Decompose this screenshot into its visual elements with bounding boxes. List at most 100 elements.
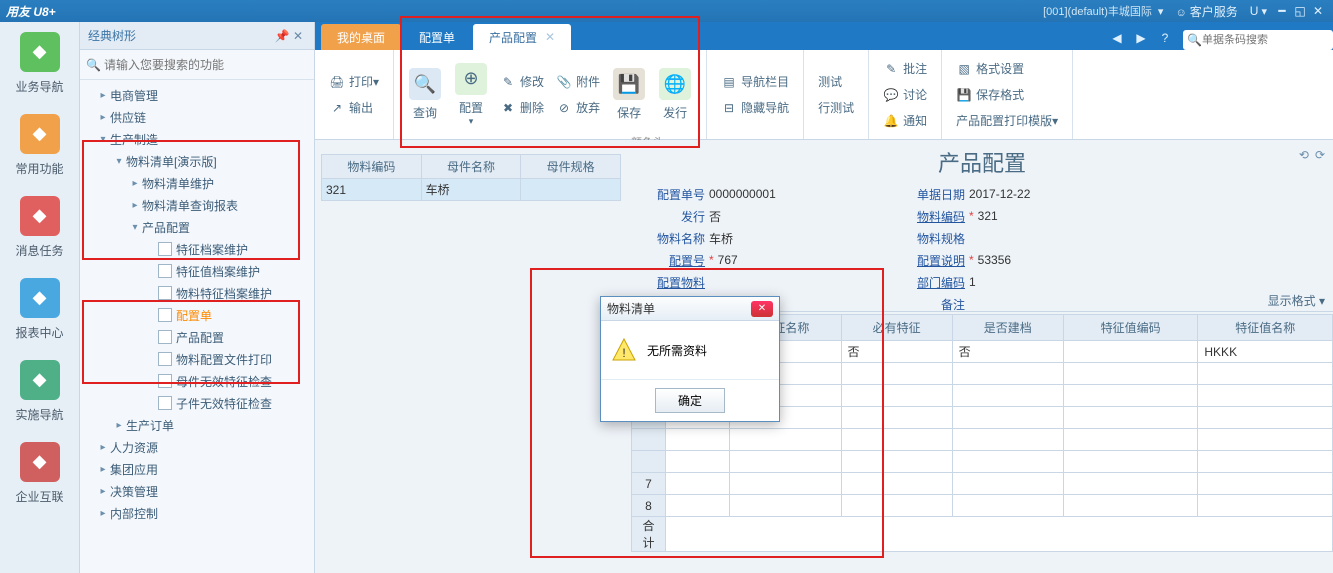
tree-node[interactable]: ▸生产订单 xyxy=(80,414,314,436)
col-matcode[interactable]: 物料编码 xyxy=(322,155,422,179)
detail-col[interactable]: 特征值编码 xyxy=(1063,315,1198,341)
detail-row[interactable]: 7 xyxy=(632,473,1333,495)
tree-node-label: 母件无效特征检查 xyxy=(176,373,272,390)
field-value[interactable]: 车桥 xyxy=(709,230,899,247)
barcode-search-input[interactable] xyxy=(1202,34,1333,46)
field-value[interactable]: 767 xyxy=(718,253,899,267)
tab[interactable]: 产品配置✕ xyxy=(473,24,571,50)
field-label[interactable]: 配置号 xyxy=(639,252,709,269)
test-button[interactable]: 测试 xyxy=(812,69,860,95)
field-value[interactable]: 0000000001 xyxy=(709,187,899,201)
field-label[interactable]: 配置物料 xyxy=(639,274,709,291)
doc-prev-icon[interactable]: ⟲ xyxy=(1299,148,1309,162)
display-format-button[interactable]: 显示格式 ▾ xyxy=(1268,292,1325,309)
saveformat-button[interactable]: 💾保存格式 xyxy=(950,82,1064,108)
rail-item[interactable]: ◆实施导航 xyxy=(0,350,79,432)
tree-node[interactable]: 特征档案维护 xyxy=(80,238,314,260)
format-button[interactable]: ▧格式设置 xyxy=(950,56,1064,82)
tree-search[interactable]: 🔍 xyxy=(80,50,314,80)
modify-button[interactable]: ✎修改 xyxy=(494,69,550,95)
tree-node[interactable]: 产品配置 xyxy=(80,326,314,348)
twisty-icon: ▸ xyxy=(96,112,110,123)
rail-item[interactable]: ◆业务导航 xyxy=(0,22,79,104)
tree-node[interactable]: ▾产品配置 xyxy=(80,216,314,238)
dialog-ok-button[interactable]: 确定 xyxy=(655,388,725,413)
issue-button[interactable]: 🌐发行 xyxy=(652,54,698,135)
discuss-button[interactable]: 💬讨论 xyxy=(877,82,933,108)
field-value[interactable]: 1 xyxy=(969,275,1159,289)
tree-node[interactable]: ▾物料清单[演示版] xyxy=(80,150,314,172)
detail-row[interactable] xyxy=(632,429,1333,451)
notify-button[interactable]: 🔔通知 xyxy=(877,108,933,134)
restore-button[interactable]: ◱ xyxy=(1291,4,1309,18)
output-button[interactable]: ↗输出 xyxy=(323,95,385,121)
field-value[interactable]: 321 xyxy=(978,209,1159,223)
field-value[interactable]: 53356 xyxy=(978,253,1159,267)
table-row[interactable]: 321 车桥 xyxy=(322,179,621,201)
rail-item[interactable]: ◆常用功能 xyxy=(0,104,79,186)
tab[interactable]: 我的桌面 xyxy=(321,24,401,50)
dropdown-icon[interactable]: ▾ xyxy=(1158,5,1164,18)
abandon-button[interactable]: ⊘放弃 xyxy=(550,95,606,121)
col-parentspec[interactable]: 母件规格 xyxy=(521,155,621,179)
rail-item[interactable]: ◆企业互联 xyxy=(0,432,79,514)
save-button[interactable]: 💾保存 xyxy=(606,54,652,135)
detail-col[interactable]: 必有特征 xyxy=(841,315,952,341)
delete-button[interactable]: ✖删除 xyxy=(494,95,550,121)
detail-row[interactable] xyxy=(632,451,1333,473)
col-parentname[interactable]: 母件名称 xyxy=(421,155,521,179)
tab[interactable]: 配置单 xyxy=(403,24,471,50)
tree-node[interactable]: ▸物料清单查询报表 xyxy=(80,194,314,216)
tree-node[interactable]: ▸集团应用 xyxy=(80,458,314,480)
customer-service-link[interactable]: ☺ 客户服务 xyxy=(1175,3,1237,20)
dialog-close-button[interactable]: ✕ xyxy=(751,301,773,317)
field-label[interactable]: 配置说明 xyxy=(899,252,969,269)
detail-row[interactable]: 8 xyxy=(632,495,1333,517)
printtpl-button[interactable]: 产品配置打印模版 ▾ xyxy=(950,108,1064,134)
rail-item[interactable]: ◆报表中心 xyxy=(0,268,79,350)
field-value[interactable]: 2017-12-22 xyxy=(969,187,1159,201)
tree-node[interactable]: 特征值档案维护 xyxy=(80,260,314,282)
attach-button[interactable]: 📎附件 xyxy=(550,69,606,95)
field-label[interactable]: 物料编码 xyxy=(899,208,969,225)
query-button[interactable]: 🔍查询 xyxy=(402,54,448,135)
detail-col[interactable]: 特征值名称 xyxy=(1198,315,1333,341)
rowtest-button[interactable]: 行测试 xyxy=(812,95,860,121)
nav-right-icon[interactable]: ▶ xyxy=(1129,26,1153,50)
tree-node[interactable]: 母件无效特征检查 xyxy=(80,370,314,392)
detail-col[interactable]: 是否建档 xyxy=(952,315,1063,341)
tree-node[interactable]: ▸内部控制 xyxy=(80,502,314,524)
tree-node[interactable]: ▾生产制造 xyxy=(80,128,314,150)
doc-next-icon[interactable]: ⟳ xyxy=(1315,148,1325,162)
tree-node[interactable]: ▸电商管理 xyxy=(80,84,314,106)
field-value[interactable]: 否 xyxy=(709,208,899,225)
tree-node[interactable]: ▸物料清单维护 xyxy=(80,172,314,194)
document-icon xyxy=(158,286,172,300)
tree-node[interactable]: ▸人力资源 xyxy=(80,436,314,458)
tree-node-label: 物料特征档案维护 xyxy=(176,285,272,302)
tree-node[interactable]: ▸供应链 xyxy=(80,106,314,128)
approve-button[interactable]: ✎批注 xyxy=(877,56,933,82)
barcode-search[interactable]: 🔍 xyxy=(1183,30,1333,50)
nav-left-icon[interactable]: ◀ xyxy=(1105,26,1129,50)
tree-node[interactable]: 配置单 xyxy=(80,304,314,326)
tree-node[interactable]: ▸决策管理 xyxy=(80,480,314,502)
tree-close-icon[interactable]: ✕ xyxy=(290,29,306,43)
tree-node[interactable]: 物料配置文件打印 xyxy=(80,348,314,370)
tab-close-icon[interactable]: ✕ xyxy=(545,30,555,44)
tree-node[interactable]: 子件无效特征检查 xyxy=(80,392,314,414)
pin-icon[interactable]: 📌 xyxy=(274,29,290,43)
minimize-button[interactable]: ━ xyxy=(1273,4,1291,18)
close-button[interactable]: ✕ xyxy=(1309,4,1327,18)
field-label[interactable]: 部门编码 xyxy=(899,274,969,291)
tree-search-input[interactable] xyxy=(104,58,308,72)
tree-node[interactable]: 物料特征档案维护 xyxy=(80,282,314,304)
hidenav-button[interactable]: ⊟隐藏导航 xyxy=(715,95,795,121)
u-menu[interactable]: U ▾ xyxy=(1250,4,1267,18)
dialog-titlebar[interactable]: 物料清单 ✕ xyxy=(601,297,779,321)
config-button[interactable]: ⊕配置▾ xyxy=(448,54,494,135)
navbar-button[interactable]: ▤导航栏目 xyxy=(715,69,795,95)
rail-item[interactable]: ◆消息任务 xyxy=(0,186,79,268)
help-icon[interactable]: ? xyxy=(1153,26,1177,50)
print-button[interactable]: 🖨打印 ▾ xyxy=(323,69,385,95)
